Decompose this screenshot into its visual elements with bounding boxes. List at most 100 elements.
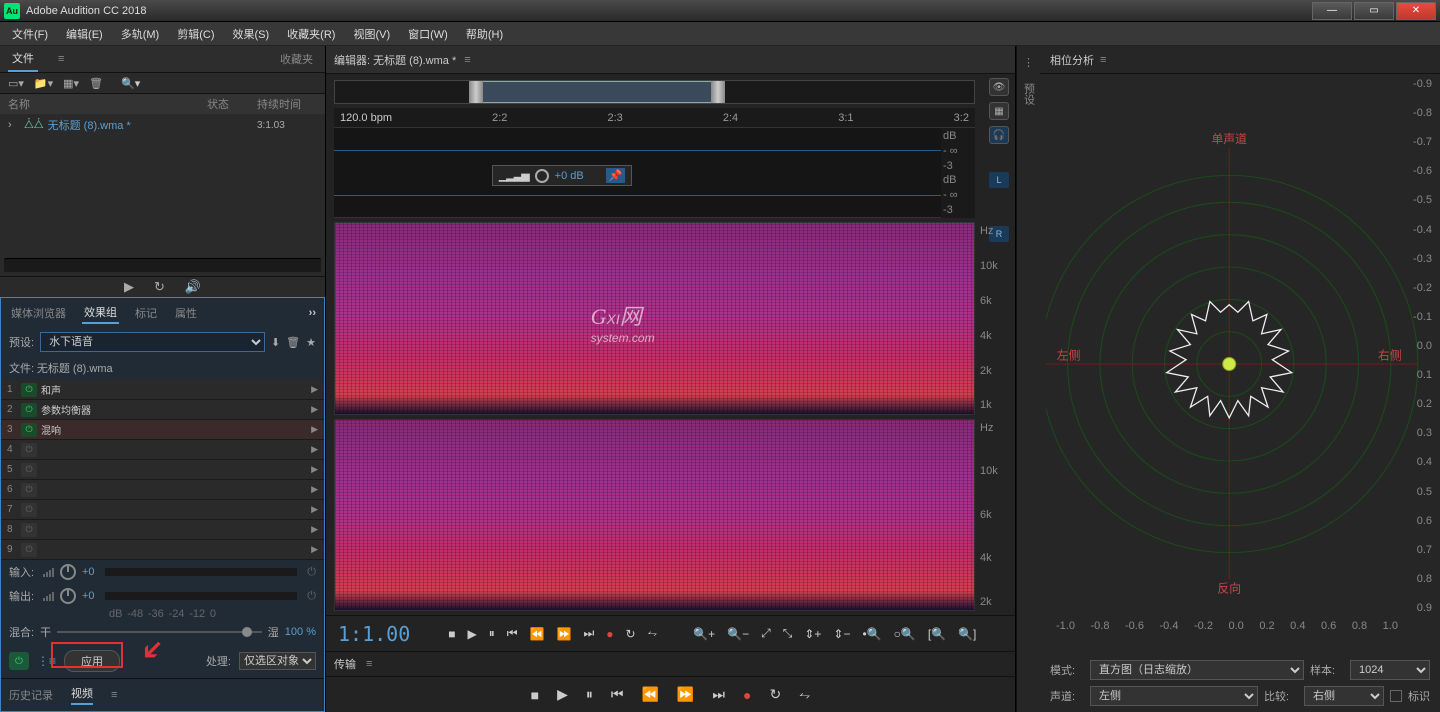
tab-properties[interactable]: 属性 bbox=[173, 303, 199, 323]
mix-percent[interactable]: 100 % bbox=[285, 626, 316, 638]
new-file-icon[interactable]: ▭▾ bbox=[8, 77, 24, 90]
zoom-out-v-icon[interactable]: ⇕− bbox=[829, 625, 854, 643]
rewind-button[interactable]: ⏪ bbox=[641, 686, 658, 703]
rewind-button[interactable]: ⏪ bbox=[526, 625, 549, 643]
tab-video[interactable]: 视频 bbox=[71, 685, 93, 705]
stop-button[interactable]: ■ bbox=[531, 687, 539, 703]
phase-title[interactable]: 相位分析 bbox=[1050, 52, 1094, 68]
overview-selection[interactable] bbox=[476, 81, 719, 103]
power-icon[interactable]: ⏻ bbox=[21, 503, 37, 517]
fx-row-5[interactable]: 5⏻▶ bbox=[1, 460, 324, 480]
skip-start-button[interactable]: ⏮ bbox=[611, 686, 624, 703]
file-row[interactable]: › ⧊⧊ 无标题 (8).wma * 3:1.03 bbox=[0, 114, 325, 136]
fx-row-8[interactable]: 8⏻▶ bbox=[1, 520, 324, 540]
tab-history[interactable]: 历史记录 bbox=[9, 687, 53, 703]
grid-icon[interactable]: ▦▾ bbox=[63, 77, 79, 90]
fx-row-4[interactable]: 4⏻▶ bbox=[1, 440, 324, 460]
sliver-preset-label[interactable]: 预设 bbox=[1021, 83, 1037, 105]
menu-effects[interactable]: 效果(S) bbox=[225, 24, 278, 44]
chevron-right-icon[interactable]: ▶ bbox=[311, 404, 318, 415]
zoom-out-point-icon[interactable]: ○🔍 bbox=[890, 625, 920, 643]
loop-button[interactable]: ↻ bbox=[769, 686, 781, 703]
fx-row-7[interactable]: 7⏻▶ bbox=[1, 500, 324, 520]
power-icon[interactable]: ⏻ bbox=[21, 523, 37, 537]
fx-row-2[interactable]: 2⏻参数均衡器▶ bbox=[1, 400, 324, 420]
phase-display[interactable]: 单声道 左侧 右侧 反向 -0.9-0.8-0.7-0.6-0.5-0.4-0.… bbox=[1046, 78, 1434, 650]
panel-menu-icon[interactable]: ≡ bbox=[58, 53, 65, 65]
preset-select[interactable]: 水下语音 bbox=[40, 332, 265, 352]
gain-value[interactable]: +0 dB bbox=[555, 170, 584, 182]
play-button[interactable]: ▶ bbox=[464, 625, 481, 643]
overview-bar[interactable] bbox=[334, 80, 975, 104]
rack-power-button[interactable]: ⏻ bbox=[9, 652, 29, 670]
skip-end-button[interactable]: ⏭ bbox=[712, 686, 725, 703]
skip-end-button[interactable]: ⏭ bbox=[579, 624, 598, 643]
waveform-display[interactable]: ▁▂▃▅ +0 dB 📌 bbox=[334, 128, 941, 218]
power-icon[interactable]: ⏻ bbox=[21, 463, 37, 477]
col-duration[interactable]: 持续时间 bbox=[257, 96, 317, 112]
loop-icon[interactable]: ↻ bbox=[154, 279, 165, 295]
zoom-sel-in-icon[interactable]: [🔍 bbox=[924, 625, 950, 643]
skip-selection-button[interactable]: ⥊ bbox=[799, 686, 810, 703]
output-knob[interactable] bbox=[60, 588, 76, 604]
favorite-icon[interactable]: ★ bbox=[306, 336, 316, 349]
tab-transport[interactable]: 传输 bbox=[334, 656, 356, 672]
apply-button[interactable]: 应用 bbox=[64, 650, 120, 672]
trash-icon[interactable]: 🗑 bbox=[89, 77, 103, 90]
tab-effects-rack[interactable]: 效果组 bbox=[82, 302, 119, 324]
zoom-sel-out-icon[interactable]: 🔍] bbox=[954, 625, 980, 643]
power-icon[interactable]: ⏻ bbox=[21, 443, 37, 457]
autoplay-icon[interactable]: 🔊 bbox=[185, 279, 201, 295]
menu-window[interactable]: 窗口(W) bbox=[400, 24, 456, 44]
panel-menu-icon[interactable]: ⋮ bbox=[1023, 56, 1034, 69]
files-scrollbar[interactable] bbox=[4, 258, 321, 271]
chevron-right-icon[interactable]: ▶ bbox=[311, 524, 318, 535]
play-icon[interactable]: ▶ bbox=[124, 279, 134, 295]
eye-zoom-icon[interactable]: 👁 bbox=[989, 78, 1009, 96]
bpm-readout[interactable]: 120.0 bpm bbox=[340, 112, 392, 124]
mix-slider[interactable] bbox=[57, 631, 262, 633]
save-preset-icon[interactable]: ⬇ bbox=[271, 336, 280, 349]
pause-button[interactable]: ⏸ bbox=[586, 686, 593, 703]
chevron-right-icon[interactable]: ▶ bbox=[311, 464, 318, 475]
record-button[interactable]: ● bbox=[743, 687, 751, 703]
fx-row-1[interactable]: 1⏻和声▶ bbox=[1, 380, 324, 400]
power-icon[interactable]: ⏻ bbox=[21, 403, 37, 417]
waveform-hud[interactable]: ▁▂▃▅ +0 dB 📌 bbox=[492, 165, 633, 186]
more-icon[interactable]: ›› bbox=[309, 307, 316, 319]
overview-handle-left[interactable] bbox=[469, 81, 483, 103]
sample-select[interactable]: 1024 bbox=[1350, 660, 1430, 680]
power-small-icon[interactable]: ⏻ bbox=[307, 566, 316, 579]
forward-button[interactable]: ⏩ bbox=[553, 625, 576, 643]
search-box[interactable]: 🔍▾ bbox=[121, 77, 224, 90]
spectrogram-left[interactable]: GXI网system.com Hz10k6k4k2k1k bbox=[334, 222, 975, 415]
input-value[interactable]: +0 bbox=[82, 566, 95, 578]
tab-favorites[interactable]: 收藏夹 bbox=[276, 47, 317, 71]
skip-selection-button[interactable]: ⥊ bbox=[644, 624, 662, 643]
panel-menu-icon[interactable]: ≡ bbox=[111, 689, 117, 701]
maximize-button[interactable]: ▭ bbox=[1354, 2, 1394, 20]
chevron-right-icon[interactable]: ▶ bbox=[311, 444, 318, 455]
fx-row-3[interactable]: 3⏻混响▶ bbox=[1, 420, 324, 440]
process-select[interactable]: 仅选区对象 bbox=[239, 652, 316, 670]
gain-knob[interactable] bbox=[535, 169, 549, 183]
menu-edit[interactable]: 编辑(E) bbox=[58, 24, 111, 44]
mode-select[interactable]: 直方图（日志缩放） bbox=[1090, 660, 1304, 680]
close-button[interactable]: ✕ bbox=[1396, 2, 1436, 20]
play-button[interactable]: ▶ bbox=[557, 686, 568, 703]
zoom-sel-icon[interactable]: ⤡ bbox=[779, 624, 797, 643]
tab-files[interactable]: 文件 bbox=[8, 46, 38, 72]
chevron-right-icon[interactable]: ▶ bbox=[311, 484, 318, 495]
chevron-right-icon[interactable]: ▶ bbox=[311, 504, 318, 515]
pin-icon[interactable]: 📌 bbox=[606, 168, 626, 183]
channel-l-button[interactable]: L bbox=[989, 172, 1009, 188]
power-icon[interactable]: ⏻ bbox=[21, 423, 37, 437]
record-button[interactable]: ● bbox=[602, 625, 617, 643]
fx-row-6[interactable]: 6⏻▶ bbox=[1, 480, 324, 500]
headphones-icon[interactable]: 🎧 bbox=[989, 126, 1009, 144]
tab-media-browser[interactable]: 媒体浏览器 bbox=[9, 303, 68, 323]
power-icon[interactable]: ⏻ bbox=[21, 383, 37, 397]
power-icon[interactable]: ⏻ bbox=[21, 483, 37, 497]
compare-select[interactable]: 右侧 bbox=[1304, 686, 1384, 706]
chevron-right-icon[interactable]: ▶ bbox=[311, 544, 318, 555]
